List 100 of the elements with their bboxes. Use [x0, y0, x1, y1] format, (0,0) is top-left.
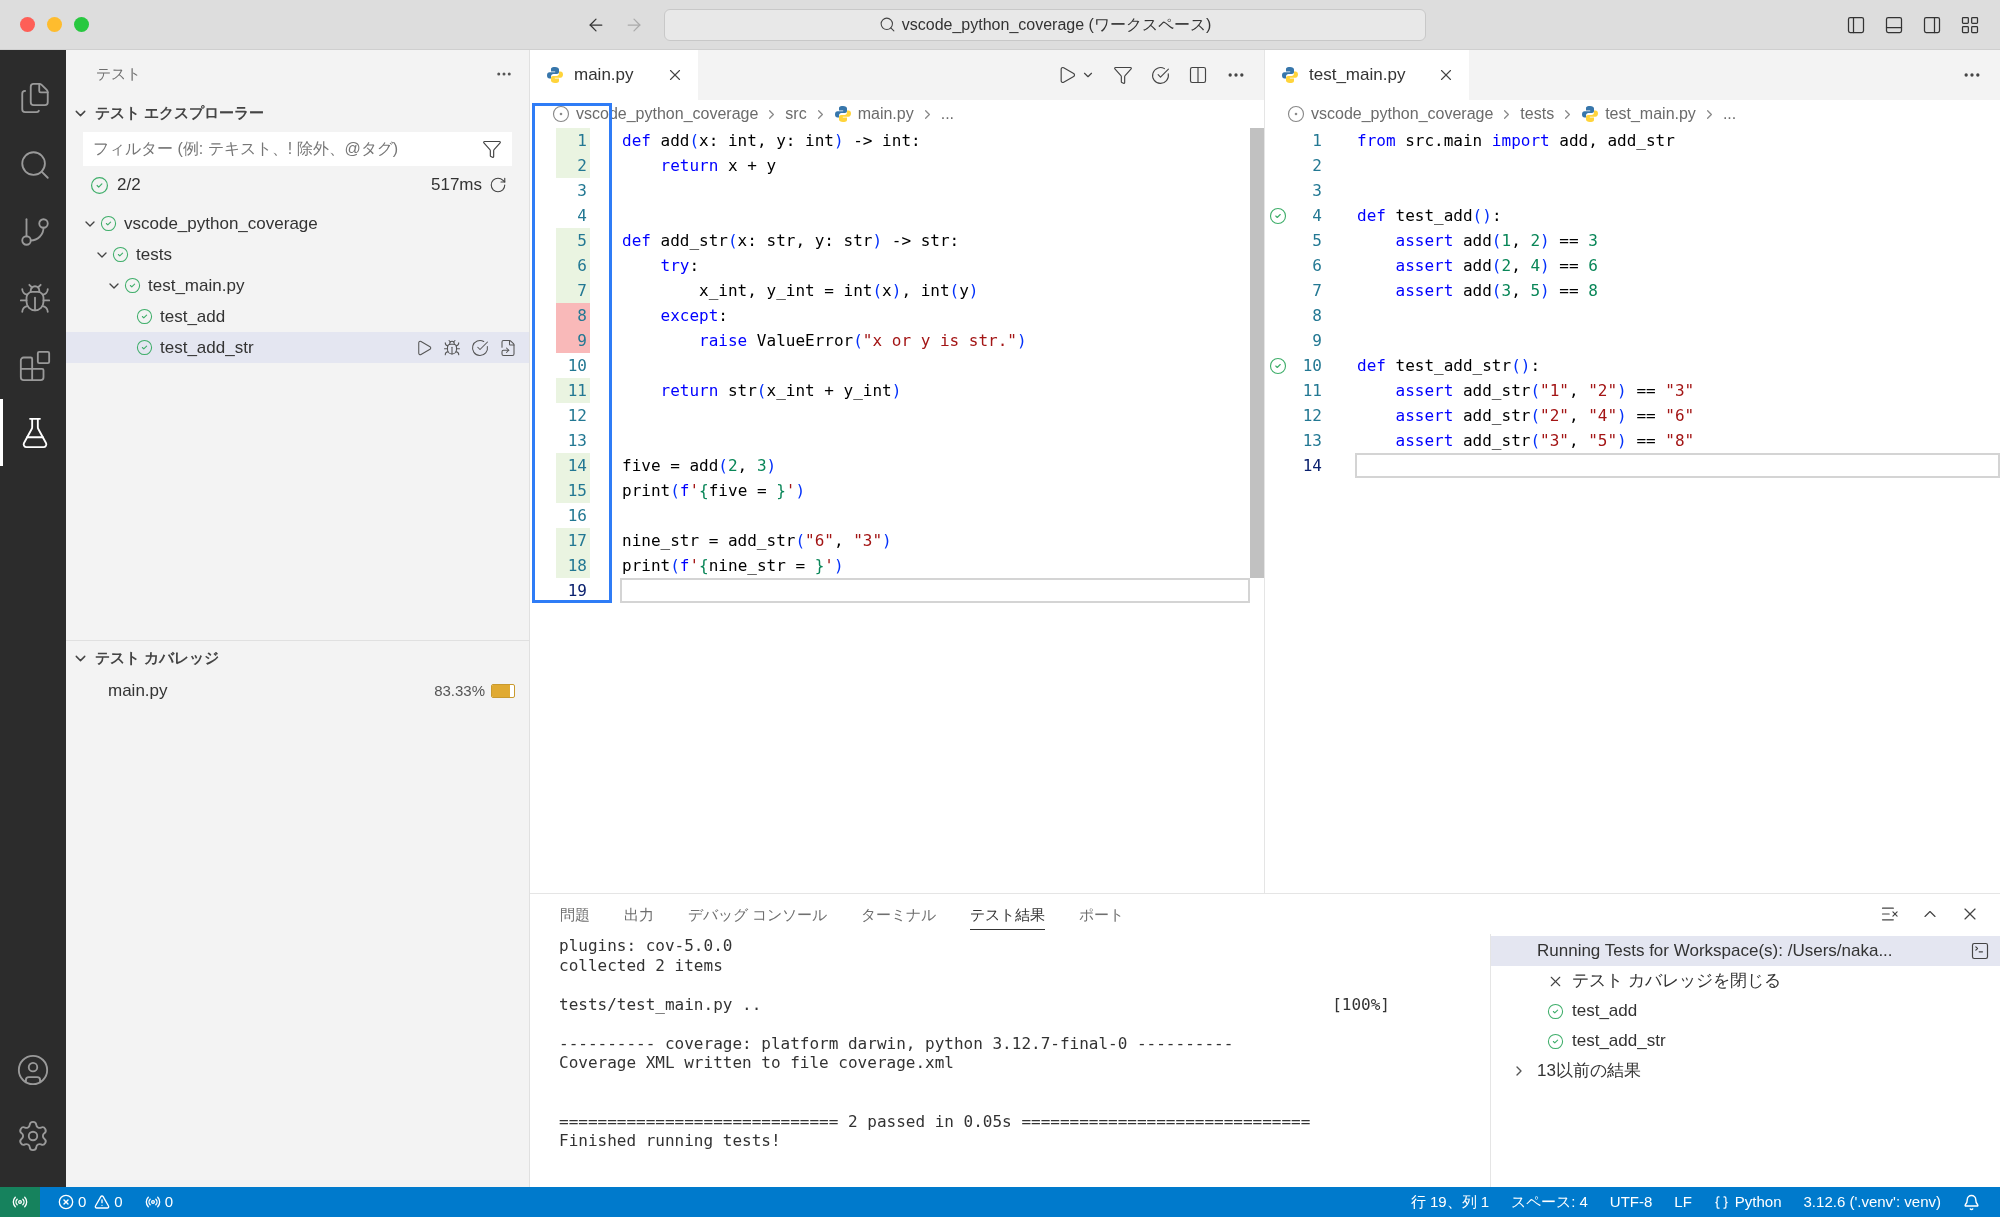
settings-icon[interactable]	[16, 1119, 50, 1153]
breadcrumb[interactable]: main.py	[857, 102, 914, 126]
code-line: def add(x: int, y: int) -> int:	[621, 129, 922, 152]
result-row[interactable]: test_add_str	[1491, 1026, 2000, 1056]
code-line: five = add(2, 3)	[621, 454, 778, 477]
breadcrumb[interactable]: test_main.py	[1605, 102, 1696, 126]
bell-icon[interactable]	[1963, 1193, 1980, 1211]
line-number: 9	[1311, 329, 1323, 352]
editor-tab[interactable]: test_main.py	[1265, 50, 1470, 100]
result-row[interactable]: 13以前の結果	[1491, 1056, 2000, 1086]
breadcrumb[interactable]: vscode_python_coverage	[1311, 102, 1494, 126]
tree-row[interactable]: vscode_python_coverage	[66, 208, 529, 239]
line-number: 12	[1301, 404, 1323, 427]
filter-icon[interactable]	[1113, 65, 1133, 85]
refresh-icon[interactable]	[489, 176, 507, 194]
tree-row[interactable]: test_add	[66, 301, 529, 332]
filter-icon[interactable]	[482, 139, 502, 159]
ports-button[interactable]: 0	[144, 1190, 174, 1214]
line-number: 4	[576, 204, 588, 227]
code-line: assert add_str("2", "4") == "6"	[1394, 404, 1696, 427]
tree-row[interactable]: tests	[66, 239, 529, 270]
panel-layout-icon[interactable]	[1884, 14, 1904, 35]
code-line: print(f'{nine_str = }')	[621, 554, 845, 577]
remote-button[interactable]	[0, 1187, 40, 1217]
editor-tab[interactable]: main.py	[530, 50, 698, 100]
breadcrumb[interactable]: src	[785, 102, 807, 126]
target-icon	[552, 105, 570, 123]
python-file-icon	[546, 66, 564, 84]
line-number: 7	[1311, 279, 1323, 302]
result-row[interactable]: Running Tests for Workspace(s): /Users/naka...	[1491, 936, 2000, 966]
line-number: 18	[556, 553, 590, 578]
sidebar-layout-icon[interactable]	[1846, 14, 1866, 35]
line-number: 10	[1301, 354, 1323, 377]
line-number: 6	[556, 253, 590, 278]
breadcrumb[interactable]: tests	[1520, 102, 1555, 126]
status-item[interactable]: LF	[1674, 1190, 1692, 1214]
scrollbar[interactable]	[1250, 128, 1264, 578]
line-number: 5	[1311, 229, 1323, 252]
code-line: print(f'{five = }')	[621, 479, 807, 502]
filter-input[interactable]: フィルター (例: テキスト、! 除外、@タグ)	[93, 137, 482, 161]
check-circle-icon[interactable]	[471, 338, 489, 357]
result-row[interactable]: テスト カバレッジを閉じる	[1491, 966, 2000, 996]
status-item[interactable]: Python	[1713, 1190, 1782, 1214]
secondary-sidebar-icon[interactable]	[1922, 14, 1942, 35]
line-number: 7	[556, 278, 590, 303]
code-line: assert add(1, 2) == 3	[1394, 229, 1599, 252]
split-editor-icon[interactable]	[1188, 65, 1208, 85]
line-number: 5	[556, 228, 590, 253]
panel-tab[interactable]: デバッグ コンソール	[688, 898, 828, 930]
status-item[interactable]: UTF-8	[1609, 1190, 1653, 1214]
code-line: return x + y	[659, 154, 778, 177]
tree-row[interactable]: test_add_str	[66, 332, 529, 363]
section-header[interactable]: テスト エクスプローラー	[66, 96, 529, 130]
tree-label: vscode_python_coverage	[124, 212, 318, 235]
bug-icon[interactable]	[443, 338, 461, 357]
filter-field[interactable]: フィルター (例: テキスト、! 除外、@タグ)	[83, 132, 512, 166]
line-number: 10	[566, 354, 588, 377]
code-line: def test_add():	[1356, 204, 1503, 227]
code-line: from src.main import add, add_str	[1356, 129, 1676, 152]
output-line: ============================= 2 passed in 0.05s ==============================	[559, 1111, 1311, 1131]
panel-tab[interactable]: ポート	[1079, 898, 1125, 930]
code-line: try:	[659, 254, 701, 277]
problems-button[interactable]: 0 0	[58, 1190, 123, 1214]
breadcrumb[interactable]: ...	[1722, 102, 1737, 126]
panel-tab[interactable]: テスト結果	[970, 898, 1046, 930]
coverage-file[interactable]: main.py	[108, 678, 168, 704]
line-number: 11	[1301, 379, 1323, 402]
command-center[interactable]: vscode_python_coverage (ワークスペース)	[664, 8, 1426, 41]
line-number: 2	[1311, 154, 1323, 177]
tree-row[interactable]: test_main.py	[66, 270, 529, 301]
code-line: def test_add_str():	[1356, 354, 1542, 377]
line-number: 16	[566, 504, 588, 527]
output-line: plugins: cov-5.0.0	[559, 936, 733, 956]
braces-icon	[1713, 1194, 1729, 1210]
panel-tab[interactable]: 問題	[560, 898, 590, 930]
code-line: assert add_str("3", "5") == "8"	[1394, 429, 1696, 452]
code-line: except:	[659, 304, 729, 327]
code-line: assert add_str("1", "2") == "3"	[1394, 379, 1696, 402]
search-icon	[878, 16, 896, 33]
terminal-icon[interactable]	[1970, 941, 1990, 961]
status-item[interactable]: 行 19、列 1	[1410, 1190, 1490, 1214]
section-header[interactable]: テスト カバレッジ	[66, 641, 529, 675]
check-circle-icon[interactable]	[1151, 65, 1170, 85]
tree-label: tests	[136, 243, 172, 266]
line-number: 9	[556, 328, 590, 353]
account-icon[interactable]	[16, 1053, 50, 1087]
code-line: nine_str = add_str("6", "3")	[621, 529, 893, 552]
status-item[interactable]: 3.12.6 ('.venv': venv)	[1803, 1190, 1941, 1214]
blocks-icon	[17, 348, 52, 383]
panel-tab[interactable]: ターミナル	[861, 898, 937, 930]
breadcrumb[interactable]: ...	[940, 102, 955, 126]
line-number: 1	[556, 128, 590, 153]
test-count: 2/2	[117, 174, 141, 197]
result-row[interactable]: test_add	[1491, 996, 2000, 1026]
layout-icon[interactable]	[1960, 14, 1980, 35]
panel-tab[interactable]: 出力	[624, 898, 654, 930]
play-icon[interactable]	[415, 338, 433, 357]
file-icon[interactable]	[499, 338, 517, 357]
output-line: ---------- coverage: platform darwin, python 3.12.7-final-0 ----------	[559, 1033, 1234, 1053]
status-item[interactable]: スペース: 4	[1511, 1190, 1588, 1214]
